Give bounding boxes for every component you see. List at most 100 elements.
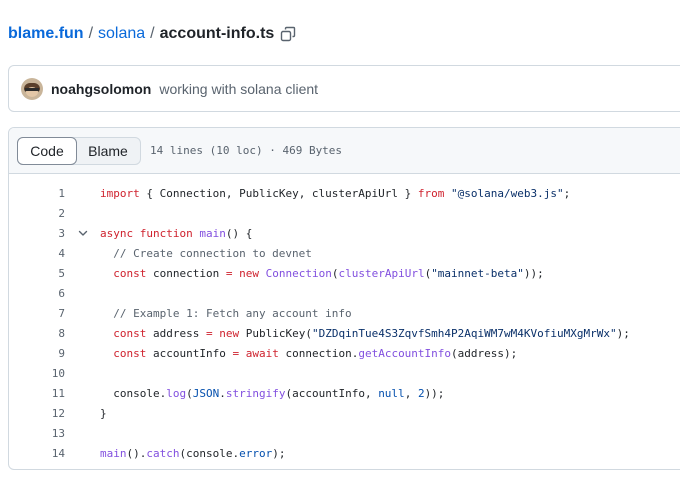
copy-icon[interactable] — [280, 26, 296, 42]
code-token: (accountInfo, — [285, 386, 379, 400]
code-token: (console. — [179, 446, 240, 460]
code-token: async — [100, 226, 134, 240]
code-line: 10 — [9, 363, 680, 383]
line-number[interactable]: 1 — [9, 187, 65, 200]
code-token: (). — [126, 446, 147, 460]
latest-commit-bar: noahgsolomon working with solana client — [8, 65, 680, 112]
code-token: main — [199, 226, 226, 240]
code-token: = — [205, 326, 213, 340]
tab-code[interactable]: Code — [17, 136, 77, 165]
line-number[interactable]: 10 — [9, 367, 65, 380]
code-token: } — [100, 406, 107, 420]
line-number[interactable]: 6 — [9, 287, 65, 300]
code-token: // Example 1: Fetch any account info — [100, 306, 352, 320]
code-token: (address); — [451, 346, 518, 360]
code-token: "@solana/web3.js" — [451, 186, 564, 200]
code-token: await — [245, 346, 279, 360]
code-line: 3 async function main() { — [9, 223, 680, 243]
code-token: catch — [146, 446, 180, 460]
code-token: { Connection, PublicKey, clusterApiUrl } — [139, 186, 418, 200]
breadcrumb-owner-link[interactable]: blame.fun — [8, 25, 84, 43]
code-token: const — [113, 266, 147, 280]
code-text: } — [100, 407, 107, 420]
breadcrumb-repo-link[interactable]: solana — [98, 25, 145, 43]
line-number[interactable]: 9 — [9, 347, 65, 360]
code-text: main().catch(console.error); — [100, 447, 285, 460]
line-number[interactable]: 13 — [9, 427, 65, 440]
code-line: 5 const connection = new Connection(clus… — [9, 263, 680, 283]
line-number[interactable]: 7 — [9, 307, 65, 320]
code-token: new — [239, 266, 259, 280]
code-token: const — [113, 346, 147, 360]
code-token: main — [100, 446, 127, 460]
view-toggle: Code Blame — [17, 136, 141, 165]
file-header: Code Blame 14 lines (10 loc) · 469 Bytes — [9, 128, 680, 174]
commit-author-link[interactable]: noahgsolomon — [51, 81, 151, 97]
code-token: JSON — [192, 386, 220, 400]
code-token: ); — [616, 326, 630, 340]
code-line: 13 — [9, 423, 680, 443]
code-token: new — [219, 326, 240, 340]
code-token: error — [239, 446, 273, 460]
line-number[interactable]: 11 — [9, 387, 65, 400]
code-line: 11 console.log(JSON.stringify(accountInf… — [9, 383, 680, 403]
code-line: 1 import { Connection, PublicKey, cluster… — [9, 183, 680, 203]
code-token: ; — [563, 186, 571, 200]
code-token: stringify — [225, 386, 286, 400]
code-token: log — [166, 386, 187, 400]
code-token: 2 — [417, 386, 425, 400]
code-token: clusterApiUrl — [338, 266, 425, 280]
tab-blame[interactable]: Blame — [76, 138, 140, 164]
breadcrumb: blame.fun / solana / account-info.ts — [8, 22, 296, 46]
code-token: connection — [146, 266, 226, 280]
code-text: const address = new PublicKey("DZDqinTue… — [100, 327, 630, 340]
breadcrumb-file-name: account-info.ts — [159, 25, 275, 42]
code-token: Connection — [265, 266, 332, 280]
file-viewer: Code Blame 14 lines (10 loc) · 469 Bytes… — [8, 127, 680, 470]
line-number[interactable]: 3 — [9, 227, 65, 240]
code-text: const accountInfo = await connection.get… — [100, 347, 517, 360]
code-line: 9 const accountInfo = await connection.g… — [9, 343, 680, 363]
code-token: ); — [272, 446, 286, 460]
code-line: 14 main().catch(console.error); — [9, 443, 680, 463]
code-token: )); — [523, 266, 544, 280]
code-text: // Create connection to devnet — [100, 247, 312, 260]
code-line: 12} — [9, 403, 680, 423]
line-number[interactable]: 5 — [9, 267, 65, 280]
code-token: const — [113, 326, 147, 340]
breadcrumb-separator: / — [150, 25, 155, 42]
code-token: "DZDqinTue4S3ZqvfSmh4P2AqiWM7wM4KVofiuMX… — [311, 326, 617, 340]
line-number[interactable]: 4 — [9, 247, 65, 260]
code-line: 4 // Create connection to devnet — [9, 243, 680, 263]
code-view: 1 import { Connection, PublicKey, cluster… — [9, 174, 680, 463]
code-line: 6 — [9, 283, 680, 303]
code-token: // Create connection to devnet — [100, 246, 312, 260]
file-meta: 14 lines (10 loc) · 469 Bytes — [150, 144, 343, 157]
code-text: import { Connection, PublicKey, clusterA… — [100, 187, 570, 200]
code-token: () { — [225, 226, 253, 240]
code-text: async function main() { — [100, 227, 252, 240]
code-token: ( — [186, 386, 193, 400]
code-token: accountInfo — [146, 346, 233, 360]
avatar[interactable] — [21, 77, 43, 100]
chevron-down-icon[interactable] — [65, 227, 100, 239]
line-number[interactable]: 12 — [9, 407, 65, 420]
code-line: 8 const address = new PublicKey("DZDqinT… — [9, 323, 680, 343]
line-number[interactable]: 2 — [9, 207, 65, 220]
code-token: console. — [100, 386, 167, 400]
code-line: 2 — [9, 203, 680, 223]
code-token: import — [100, 186, 140, 200]
code-token: null — [378, 386, 405, 400]
code-token: connection. — [278, 346, 359, 360]
code-token: , — [404, 386, 418, 400]
code-text: const connection = new Connection(cluste… — [100, 267, 544, 280]
line-number[interactable]: 8 — [9, 327, 65, 340]
commit-message[interactable]: working with solana client — [159, 81, 318, 97]
code-token: PublicKey( — [239, 326, 312, 340]
line-number[interactable]: 14 — [9, 447, 65, 460]
